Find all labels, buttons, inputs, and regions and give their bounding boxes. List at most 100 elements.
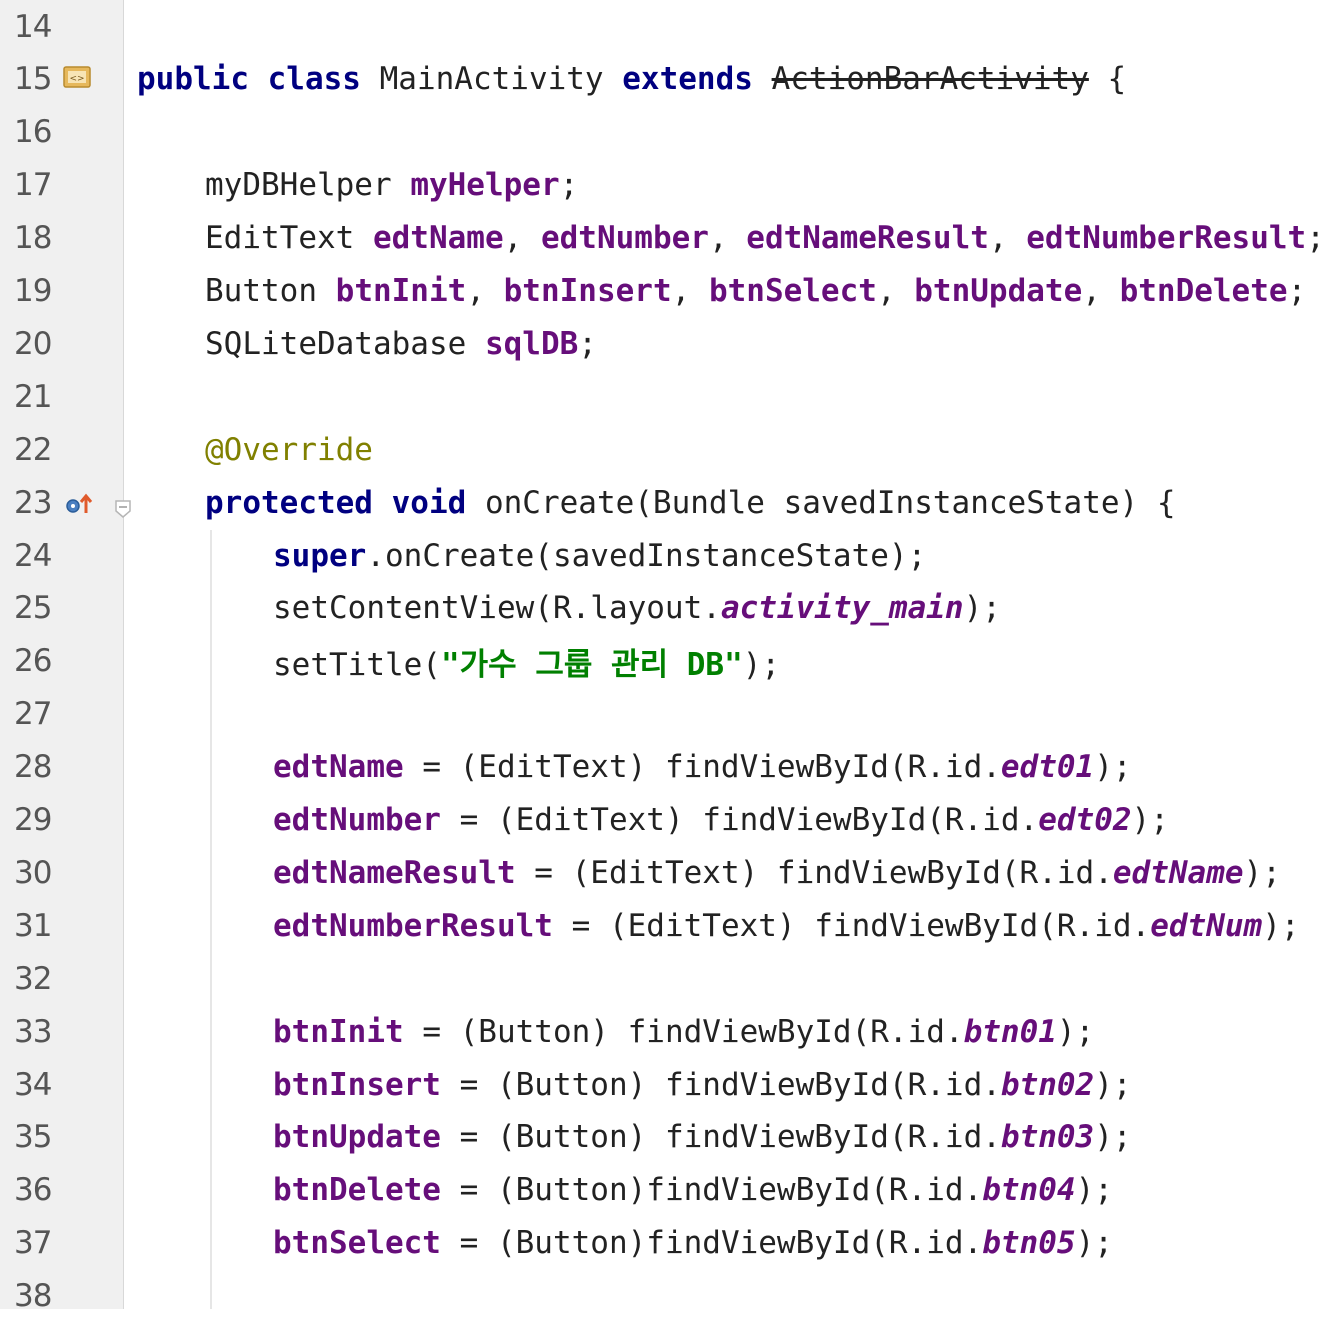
code-token: edtNumber xyxy=(540,220,709,257)
code-line[interactable]: 22 @Override xyxy=(0,423,1318,476)
code-line[interactable]: 19 Button btnInit, btnInsert, btnSelect, … xyxy=(0,265,1318,318)
code-text[interactable]: super.onCreate(savedInstanceState); xyxy=(273,538,926,574)
code-line[interactable]: 17 myDBHelper myHelper; xyxy=(0,159,1318,212)
code-token: btnUpdate xyxy=(273,1119,441,1156)
code-token: btnSelect xyxy=(273,1225,441,1262)
code-text[interactable]: btnSelect = (Button)findViewById(R.id.bt… xyxy=(273,1225,1113,1261)
code-text[interactable]: @Override xyxy=(205,432,373,468)
code-line[interactable]: 26 setTitle("가수 그룹 관리 DB"); xyxy=(0,635,1318,688)
code-text[interactable]: edtNameResult = (EditText) findViewById(… xyxy=(273,855,1281,891)
code-line[interactable]: 32 xyxy=(0,952,1318,1005)
code-text[interactable]: btnUpdate = (Button) findViewById(R.id.b… xyxy=(273,1119,1132,1155)
code-token: myHelper xyxy=(410,167,560,204)
code-token: edtNum xyxy=(1150,907,1263,944)
code-token: ); xyxy=(963,590,1001,627)
code-token: protected void xyxy=(205,484,467,521)
line-number: 16 xyxy=(14,114,52,151)
code-token: ); xyxy=(1131,802,1169,838)
code-line[interactable]: 21 xyxy=(0,370,1318,423)
line-number: 35 xyxy=(14,1119,52,1156)
code-line[interactable]: 36 btnDelete = (Button)findViewById(R.id.… xyxy=(0,1164,1318,1217)
code-token: edtNameResult xyxy=(273,854,516,891)
code-token: edtNumberResult xyxy=(273,907,553,944)
code-token: @Override xyxy=(205,431,373,468)
code-token: setTitle( xyxy=(273,646,441,683)
code-token: btnUpdate xyxy=(914,273,1083,309)
code-token: ); xyxy=(1094,1119,1132,1156)
code-line[interactable]: 20 SQLiteDatabase sqlDB; xyxy=(0,317,1318,370)
code-token: btn04 xyxy=(982,1172,1076,1209)
code-editor[interactable]: 14 15 public class MainActivity extends Ac… xyxy=(0,0,1318,1314)
code-token: btn05 xyxy=(982,1225,1076,1262)
code-text[interactable]: edtNumber = (EditText) findViewById(R.id… xyxy=(273,802,1169,838)
code-line[interactable]: 25 setContentView(R.layout.activity_main)… xyxy=(0,582,1318,635)
code-token: EditText xyxy=(205,220,373,257)
code-token: , xyxy=(988,220,1027,257)
code-text[interactable]: btnInit = (Button) findViewById(R.id.btn… xyxy=(273,1014,1094,1050)
code-line[interactable]: 30 edtNameResult = (EditText) findViewByI… xyxy=(0,846,1318,899)
code-token: extends xyxy=(622,61,753,98)
line-number: 33 xyxy=(14,1013,52,1050)
code-line[interactable]: 15 public class MainActivity extends Acti… xyxy=(0,53,1318,106)
class-file-icon[interactable]: <> xyxy=(62,64,94,92)
code-token: = (Button) findViewById(R.id. xyxy=(440,1119,1001,1156)
code-token: ); xyxy=(1262,907,1300,944)
line-number: 21 xyxy=(14,378,52,415)
code-text[interactable]: myDBHelper myHelper; xyxy=(205,167,578,203)
code-text[interactable]: protected void onCreate(Bundle savedInst… xyxy=(205,485,1176,521)
code-text[interactable]: EditText edtName, edtNumber, edtNameResu… xyxy=(205,220,1318,256)
code-token: btnSelect xyxy=(708,273,877,309)
code-text[interactable]: edtName = (EditText) findViewById(R.id.e… xyxy=(273,749,1132,785)
code-line[interactable]: 38 xyxy=(0,1270,1318,1323)
code-token: = (EditText) findViewById(R.id. xyxy=(552,907,1151,944)
code-token: onCreate(Bundle savedInstanceState) { xyxy=(466,484,1176,521)
code-line[interactable]: 34 btnInsert = (Button) findViewById(R.id… xyxy=(0,1058,1318,1111)
code-token: setContentView(R.layout. xyxy=(273,590,721,627)
code-line[interactable]: 16 xyxy=(0,106,1318,159)
code-text[interactable]: Button btnInit, btnInsert, btnSelect, bt… xyxy=(205,273,1306,309)
code-text[interactable]: setTitle("가수 그룹 관리 DB"); xyxy=(273,639,780,684)
code-token: ); xyxy=(742,646,781,683)
code-text[interactable]: edtNumberResult = (EditText) findViewByI… xyxy=(273,908,1300,944)
code-token: "가수 그룹 관리 DB" xyxy=(440,646,743,683)
code-line[interactable]: 24 super.onCreate(savedInstanceState); xyxy=(0,529,1318,582)
code-line[interactable]: 31 edtNumberResult = (EditText) findViewB… xyxy=(0,899,1318,952)
code-token: btnInit xyxy=(335,273,467,309)
code-line[interactable]: 14 xyxy=(0,0,1318,53)
code-text[interactable]: SQLiteDatabase sqlDB; xyxy=(205,326,597,362)
code-text[interactable]: setContentView(R.layout.activity_main); xyxy=(273,590,1001,626)
line-number: 19 xyxy=(14,273,52,309)
code-line[interactable]: 37 btnSelect = (Button)findViewById(R.id.… xyxy=(0,1217,1318,1270)
line-number: 25 xyxy=(14,590,52,627)
code-token: ; xyxy=(1287,273,1307,309)
line-number: 29 xyxy=(14,802,52,838)
code-line[interactable]: 28 edtName = (EditText) findViewById(R.id… xyxy=(0,741,1318,794)
code-text[interactable]: btnDelete = (Button)findViewById(R.id.bt… xyxy=(273,1172,1113,1208)
code-token: SQLiteDatabase xyxy=(205,325,485,362)
code-token: edtNameResult xyxy=(746,220,989,257)
code-token: edtName xyxy=(372,220,504,257)
code-text[interactable]: public class MainActivity extends Action… xyxy=(137,61,1126,97)
line-number: 26 xyxy=(14,643,52,680)
code-token: Button xyxy=(205,273,336,309)
code-line[interactable]: 27 xyxy=(0,688,1318,741)
fold-toggle-icon[interactable] xyxy=(112,496,134,522)
code-line[interactable]: 35 btnUpdate = (Button) findViewById(R.id… xyxy=(0,1111,1318,1164)
code-text[interactable]: btnInsert = (Button) findViewById(R.id.b… xyxy=(273,1067,1132,1103)
code-token: ActionBarActivity xyxy=(771,61,1089,98)
code-token: , xyxy=(876,273,915,309)
code-line[interactable]: 23 protected void onCreate(Bundle savedIn… xyxy=(0,476,1318,529)
code-line[interactable]: 33 btnInit = (Button) findViewById(R.id.b… xyxy=(0,1005,1318,1058)
code-token: , xyxy=(503,220,541,257)
code-line[interactable]: 29 edtNumber = (EditText) findViewById(R.… xyxy=(0,794,1318,847)
code-token: activity_main xyxy=(720,590,964,627)
code-token: sqlDB xyxy=(484,325,579,362)
code-line[interactable]: 18 EditText edtName, edtNumber, edtNameRe… xyxy=(0,212,1318,265)
svg-text:<>: <> xyxy=(69,74,84,84)
line-number: 30 xyxy=(14,854,52,891)
line-number: 27 xyxy=(14,696,52,733)
override-method-icon[interactable] xyxy=(62,489,96,519)
code-token: ); xyxy=(1094,1066,1132,1103)
line-number: 31 xyxy=(14,907,52,944)
